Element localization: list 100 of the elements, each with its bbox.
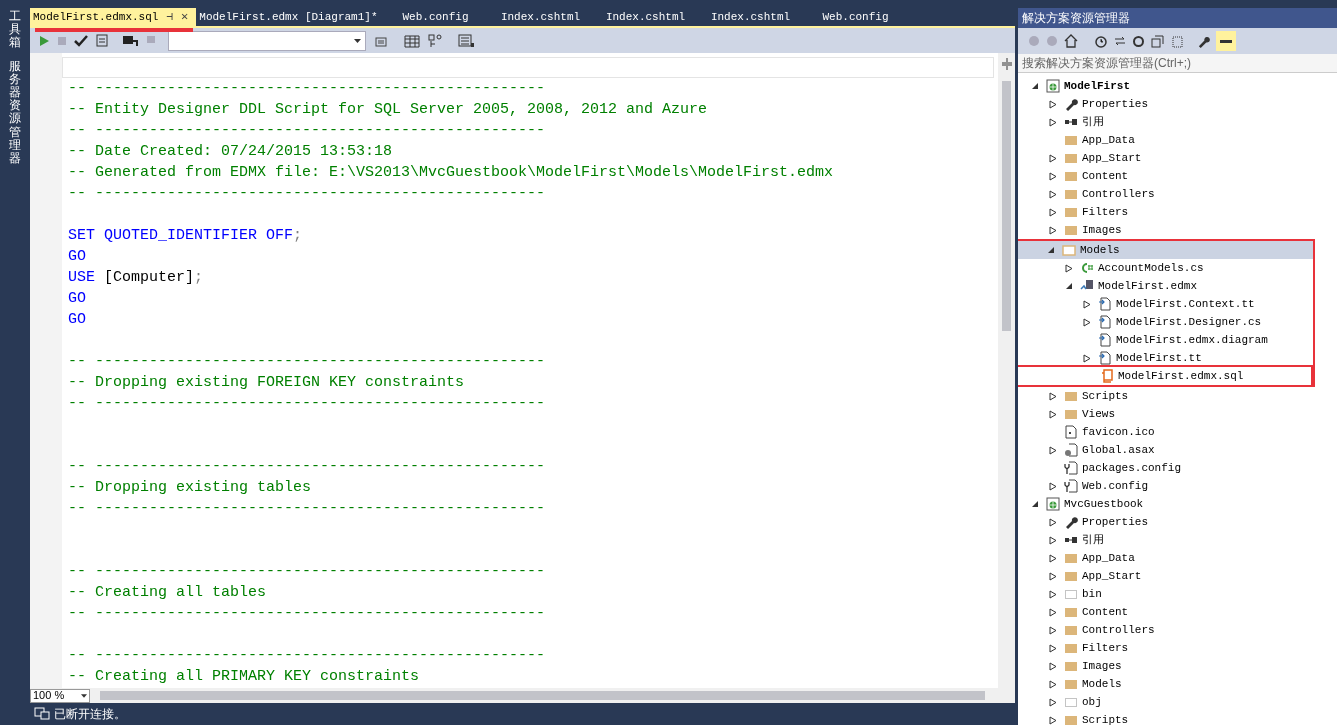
diagram-icon[interactable]: [428, 33, 442, 48]
expand-arrow-icon[interactable]: [1049, 153, 1057, 163]
tree-item[interactable]: MvcGuestbook: [1018, 495, 1337, 513]
expand-arrow-icon[interactable]: [1049, 171, 1057, 181]
expand-arrow-icon[interactable]: [1049, 535, 1057, 545]
expand-arrow-icon[interactable]: [1083, 317, 1091, 327]
tree-item[interactable]: 引用: [1018, 531, 1337, 549]
folder-icon: [1064, 205, 1078, 219]
expand-arrow-icon[interactable]: [1049, 391, 1057, 401]
wrench-icon[interactable]: [1197, 34, 1210, 48]
folder-icon: [1064, 151, 1078, 165]
tree-item[interactable]: Controllers: [1018, 621, 1337, 639]
editor-tab[interactable]: ModelFirst.edmx [Diagram1]*: [196, 8, 386, 26]
expand-arrow-icon[interactable]: [1049, 697, 1057, 707]
tree-item[interactable]: Images: [1018, 657, 1337, 675]
collapse-arrow-icon[interactable]: [1031, 500, 1039, 508]
tree-item[interactable]: Web.config: [1018, 477, 1337, 495]
home-icon[interactable]: [1064, 34, 1078, 48]
tree-item[interactable]: ModelFirst: [1018, 77, 1337, 95]
tree-item[interactable]: Scripts: [1018, 387, 1337, 405]
tree-item[interactable]: Controllers: [1018, 185, 1337, 203]
expand-arrow-icon[interactable]: [1049, 625, 1057, 635]
editor-tab[interactable]: Web.config: [805, 8, 911, 26]
tree-item[interactable]: App_Start: [1018, 567, 1337, 585]
tree-item[interactable]: Global.asax: [1018, 441, 1337, 459]
tree-item[interactable]: ModelFirst.edmx.diagram: [1018, 331, 1313, 349]
tree-item[interactable]: Content: [1018, 167, 1337, 185]
expand-arrow-icon[interactable]: [1049, 607, 1057, 617]
expand-arrow-icon[interactable]: [1049, 553, 1057, 563]
expand-arrow-icon[interactable]: [1049, 225, 1057, 235]
tree-item[interactable]: Images: [1018, 221, 1337, 239]
side-tab[interactable]: 工具箱: [9, 10, 21, 50]
expand-arrow-icon[interactable]: [1049, 661, 1057, 671]
expand-arrow-icon[interactable]: [1049, 643, 1057, 653]
expand-arrow-icon[interactable]: [1049, 571, 1057, 581]
side-tab[interactable]: 服务器资源管理器: [9, 59, 21, 166]
expand-arrow-icon[interactable]: [1049, 679, 1057, 689]
tree-item[interactable]: ModelFirst.edmx: [1018, 277, 1313, 295]
tree-item[interactable]: App_Data: [1018, 131, 1337, 149]
pin-icon[interactable]: ⊣: [166, 8, 174, 26]
check-icon[interactable]: [74, 34, 88, 47]
document-icon[interactable]: [96, 34, 108, 47]
vertical-scrollbar[interactable]: [998, 53, 1015, 688]
tree-item[interactable]: Filters: [1018, 203, 1337, 221]
expand-arrow-icon[interactable]: [1065, 263, 1073, 273]
tree-item[interactable]: ModelFirst.Designer.cs: [1018, 313, 1313, 331]
tree-item[interactable]: Models: [1018, 241, 1313, 259]
tree-item[interactable]: Views: [1018, 405, 1337, 423]
search-field[interactable]: 搜索解决方案资源管理器(Ctrl+;): [1018, 54, 1337, 73]
expand-arrow-icon[interactable]: [1049, 117, 1057, 127]
tree-item[interactable]: App_Start: [1018, 149, 1337, 167]
tree-item[interactable]: Scripts: [1018, 711, 1337, 725]
collapse-arrow-icon[interactable]: [1031, 82, 1039, 90]
results-icon[interactable]: [458, 33, 474, 48]
expand-arrow-icon[interactable]: [1049, 517, 1057, 527]
tree-item[interactable]: obj: [1018, 693, 1337, 711]
zoom-dropdown[interactable]: 100 %: [30, 688, 90, 703]
tree-item[interactable]: ModelFirst.edmx.sql: [1018, 365, 1313, 387]
preview-icon[interactable]: [1216, 31, 1236, 51]
editor-tab[interactable]: Index.cshtml: [490, 8, 596, 26]
editor-tab[interactable]: Web.config: [385, 8, 491, 26]
tree-item[interactable]: bin: [1018, 585, 1337, 603]
expand-arrow-icon[interactable]: [1049, 99, 1057, 109]
editor-tab[interactable]: Index.cshtml: [595, 8, 701, 26]
tree-item[interactable]: Properties: [1018, 513, 1337, 531]
close-icon[interactable]: ✕: [181, 8, 189, 26]
tree-item[interactable]: ModelFirst.Context.tt: [1018, 295, 1313, 313]
template-file-icon: [1098, 315, 1112, 329]
expand-arrow-icon[interactable]: [1049, 409, 1057, 419]
tree-item[interactable]: Properties: [1018, 95, 1337, 113]
connect-icon[interactable]: [122, 34, 138, 47]
expand-arrow-icon[interactable]: [1049, 715, 1057, 725]
grid-icon[interactable]: [404, 33, 420, 48]
show-files-icon[interactable]: [1170, 34, 1183, 48]
tree-item[interactable]: packages.config: [1018, 459, 1337, 477]
history-icon[interactable]: [1094, 34, 1108, 48]
scroll-thumb[interactable]: [1002, 81, 1011, 331]
expand-arrow-icon[interactable]: [1049, 589, 1057, 599]
tree-item[interactable]: ModelFirst.tt: [1018, 349, 1313, 367]
sync-icon[interactable]: [1114, 35, 1126, 47]
split-icon[interactable]: [1000, 57, 1013, 71]
tree-item[interactable]: Filters: [1018, 639, 1337, 657]
expand-arrow-icon[interactable]: [1049, 189, 1057, 199]
collapse-arrow-icon[interactable]: [1047, 246, 1055, 254]
tree-item[interactable]: App_Data: [1018, 549, 1337, 567]
tree-item[interactable]: Models: [1018, 675, 1337, 693]
collapse-arrow-icon[interactable]: [1065, 282, 1073, 290]
tree-item[interactable]: Content: [1018, 603, 1337, 621]
expand-arrow-icon[interactable]: [1049, 445, 1057, 455]
editor-tab[interactable]: Index.cshtml: [700, 8, 806, 26]
horizontal-scrollbar[interactable]: [100, 691, 985, 700]
tree-item[interactable]: 引用: [1018, 113, 1337, 131]
expand-arrow-icon[interactable]: [1083, 299, 1091, 309]
expand-arrow-icon[interactable]: [1083, 353, 1091, 363]
code-line: -- --------------------------------------------------: [67, 79, 547, 99]
expand-arrow-icon[interactable]: [1049, 481, 1057, 491]
tree-item[interactable]: AccountModels.cs: [1018, 259, 1313, 277]
collapse-all-icon[interactable]: [1151, 34, 1164, 48]
expand-arrow-icon[interactable]: [1049, 207, 1057, 217]
tree-item[interactable]: favicon.ico: [1018, 423, 1337, 441]
